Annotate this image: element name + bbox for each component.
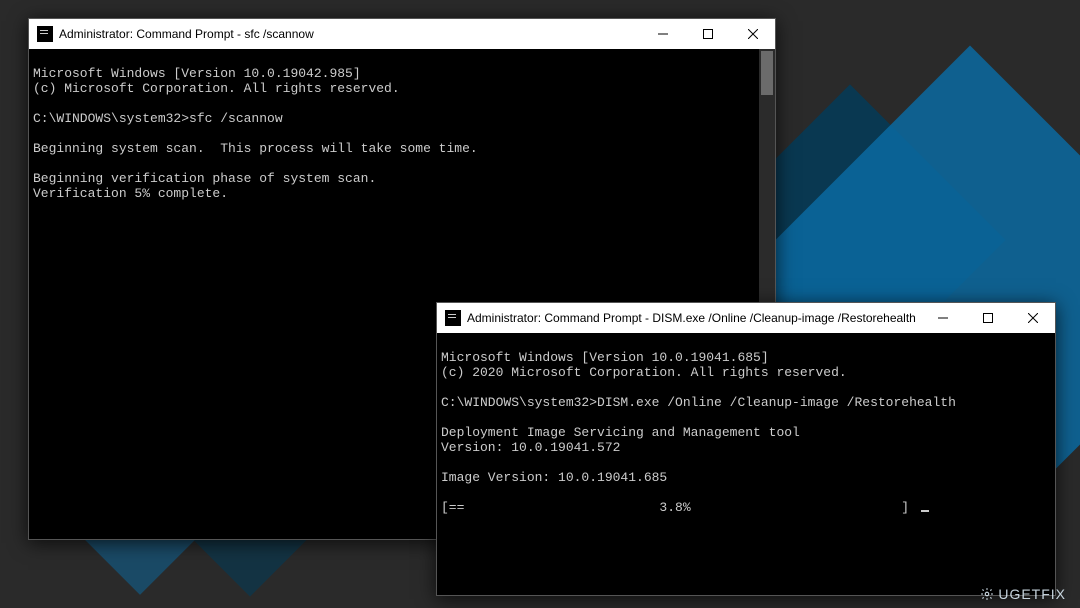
term-line: Deployment Image Servicing and Managemen…	[441, 425, 800, 440]
term-line: (c) Microsoft Corporation. All rights re…	[33, 81, 400, 96]
scrollbar-thumb[interactable]	[761, 51, 773, 95]
minimize-button[interactable]	[920, 303, 965, 333]
titlebar[interactable]: Administrator: Command Prompt - DISM.exe…	[437, 303, 1055, 333]
term-line: Microsoft Windows [Version 10.0.19041.68…	[441, 350, 769, 365]
term-line: (c) 2020 Microsoft Corporation. All righ…	[441, 365, 847, 380]
term-line: Version: 10.0.19041.572	[441, 440, 620, 455]
term-line: Image Version: 10.0.19041.685	[441, 470, 667, 485]
cmd-icon	[445, 310, 461, 326]
gear-icon	[980, 587, 994, 601]
term-line: C:\WINDOWS\system32>sfc /scannow	[33, 111, 283, 126]
cursor-icon	[921, 510, 929, 512]
cmd-window-dism: Administrator: Command Prompt - DISM.exe…	[436, 302, 1056, 596]
watermark: UGETFIX	[980, 586, 1066, 602]
term-line: [== 3.8% ]	[441, 500, 929, 515]
close-button[interactable]	[730, 19, 775, 49]
term-line: Verification 5% complete.	[33, 186, 228, 201]
term-line: Microsoft Windows [Version 10.0.19042.98…	[33, 66, 361, 81]
term-line: Beginning verification phase of system s…	[33, 171, 376, 186]
terminal-output[interactable]: Microsoft Windows [Version 10.0.19041.68…	[437, 333, 1055, 595]
titlebar[interactable]: Administrator: Command Prompt - sfc /sca…	[29, 19, 775, 49]
term-line: Beginning system scan. This process will…	[33, 141, 478, 156]
maximize-button[interactable]	[685, 19, 730, 49]
watermark-text: UGETFIX	[998, 586, 1066, 602]
cmd-icon	[37, 26, 53, 42]
term-line: C:\WINDOWS\system32>DISM.exe /Online /Cl…	[441, 395, 956, 410]
window-title: Administrator: Command Prompt - sfc /sca…	[59, 27, 314, 41]
maximize-button[interactable]	[965, 303, 1010, 333]
minimize-button[interactable]	[640, 19, 685, 49]
close-button[interactable]	[1010, 303, 1055, 333]
window-title: Administrator: Command Prompt - DISM.exe…	[467, 311, 916, 325]
